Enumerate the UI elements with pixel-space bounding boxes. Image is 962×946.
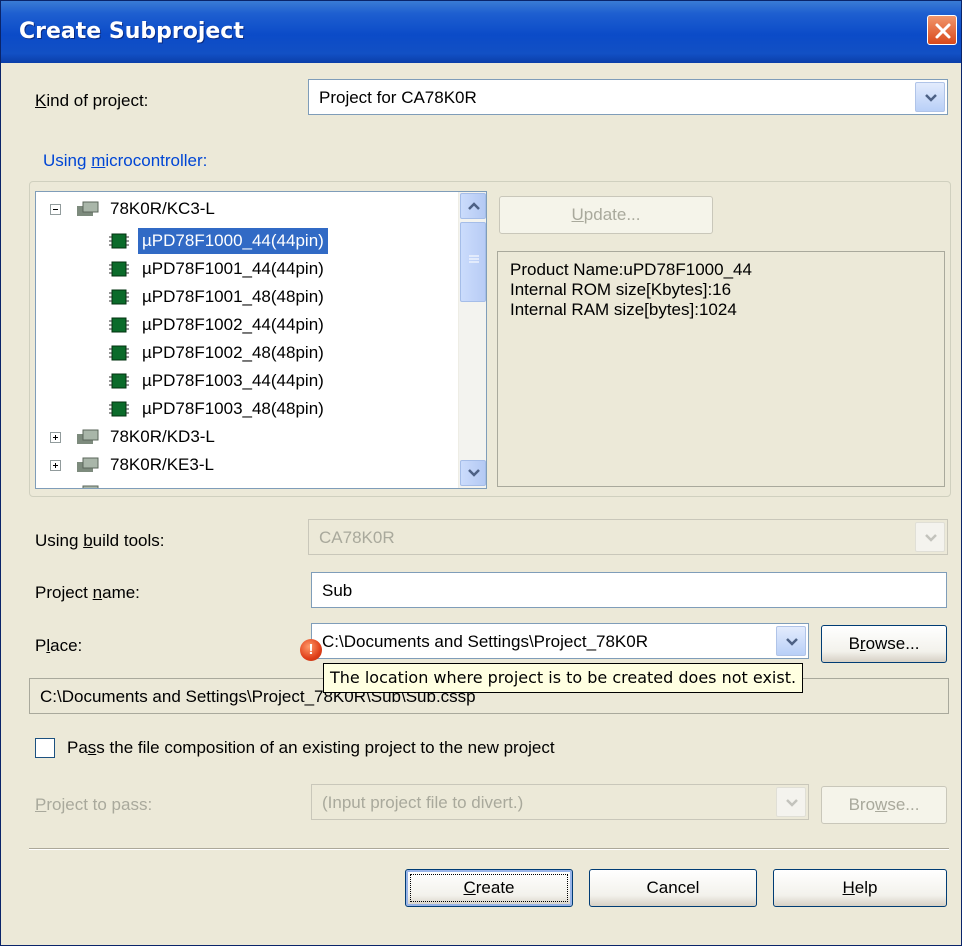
kind-of-project-select[interactable]: Project for CA78K0R [308, 79, 948, 115]
place-select[interactable]: C:\Documents and Settings\Project_78K0R [311, 623, 809, 659]
place-error-tooltip: The location where project is to be crea… [323, 663, 804, 693]
tree-item-row[interactable]: µPD78F1001_48(48pin) [36, 282, 456, 312]
title-bar[interactable]: Create Subproject [1, 1, 961, 63]
chevron-down-icon [925, 94, 937, 102]
build-tools-select[interactable]: CA78K0R [308, 519, 948, 555]
chip-group-icon [77, 201, 99, 216]
project-name-label: Project name: [35, 583, 140, 602]
tree-scrollbar[interactable] [458, 192, 486, 488]
chip-icon [109, 261, 129, 277]
tree-item-label: µPD78F1003_44(44pin) [142, 371, 324, 390]
build-tools-value: CA78K0R [319, 528, 395, 547]
chip-icon [109, 401, 129, 417]
kind-of-project-value: Project for CA78K0R [319, 88, 477, 107]
expand-icon[interactable] [50, 432, 61, 443]
tree-item-label: µPD78F1002_44(44pin) [142, 315, 324, 334]
chip-icon [109, 317, 129, 333]
error-icon: ! [300, 639, 322, 661]
kind-of-project-dropdown-button[interactable] [915, 82, 945, 112]
tree-item-label: µPD78F1001_44(44pin) [142, 259, 324, 278]
tree-item-row[interactable]: µPD78F1000_44(44pin) [36, 226, 456, 256]
chip-group-icon [77, 429, 99, 444]
build-tools-label: Using build tools: [35, 531, 165, 550]
product-name-text: Product Name:uPD78F1000_44 [510, 260, 752, 279]
dialog-title: Create Subproject [19, 19, 244, 44]
tree-group-label: 78K0R/KE3-L [110, 455, 214, 474]
using-microcontroller-label: Using microcontroller: [43, 151, 208, 170]
pass-composition-label[interactable]: Pass the file composition of an existing… [67, 738, 555, 758]
tree-item-label: µPD78F1000_44(44pin) [138, 228, 328, 254]
tree-item-label: µPD78F1003_48(48pin) [142, 399, 324, 418]
scroll-up-button[interactable] [460, 193, 486, 219]
tree-item-row[interactable]: µPD78F1003_44(44pin) [36, 366, 456, 396]
tree-group-row[interactable]: 78K0R/KD3-L [36, 422, 456, 452]
cancel-button[interactable]: Cancel [589, 869, 757, 907]
place-browse-button[interactable]: Browse... [821, 625, 947, 663]
project-to-pass-label: Project to pass: [35, 795, 153, 814]
tree-group-label: 78K0R/KC3-L [110, 199, 215, 218]
chevron-down-icon [786, 799, 798, 807]
place-dropdown-button[interactable] [776, 626, 806, 656]
update-button[interactable]: Update... [499, 196, 713, 234]
place-value: C:\Documents and Settings\Project_78K0R [322, 632, 649, 651]
chevron-down-icon [925, 534, 937, 542]
create-button[interactable]: Create [405, 869, 573, 907]
chip-group-icon [82, 485, 99, 488]
tree-item-label: µPD78F1001_48(48pin) [142, 287, 324, 306]
chip-icon [109, 345, 129, 361]
collapse-icon[interactable] [50, 204, 61, 215]
project-name-input[interactable]: Sub [311, 572, 947, 608]
build-tools-dropdown-button[interactable] [915, 522, 945, 552]
kind-of-project-label: Kind of project: [35, 91, 149, 110]
project-to-pass-select[interactable]: (Input project file to divert.) [311, 784, 809, 820]
help-button[interactable]: Help [773, 869, 947, 907]
project-to-pass-browse-button[interactable]: Browse... [821, 786, 947, 824]
tree-item-row[interactable]: µPD78F1002_44(44pin) [36, 310, 456, 340]
product-info-box: Product Name:uPD78F1000_44 Internal ROM … [497, 251, 945, 487]
grip-icon [469, 255, 479, 263]
project-name-value: Sub [322, 581, 353, 600]
create-subproject-dialog: Create Subproject Kind of project: Proje… [0, 0, 962, 946]
tree-group-row[interactable]: 78K0R/KC3-L [36, 194, 456, 224]
tree-item-row[interactable]: µPD78F1003_48(48pin) [36, 394, 456, 424]
tree-item-row[interactable]: µPD78F1001_44(44pin) [36, 254, 456, 284]
separator-line [29, 848, 949, 850]
chevron-down-icon [468, 469, 480, 477]
close-icon [935, 23, 951, 39]
expand-icon[interactable] [50, 488, 61, 489]
scroll-down-button[interactable] [460, 460, 486, 486]
tree-group-row-partial[interactable] [36, 478, 456, 489]
chip-icon [109, 233, 129, 249]
focus-ring [410, 874, 568, 902]
microcontroller-tree[interactable]: 78K0R/KC3-L µPD78F1000_44(44pin) µPD78F1… [35, 191, 487, 489]
chevron-up-icon [468, 202, 480, 210]
tree-group-label: 78K0R/KD3-L [110, 427, 215, 446]
chip-icon [109, 289, 129, 305]
pass-composition-checkbox[interactable] [35, 738, 55, 758]
ram-size-text: Internal RAM size[bytes]:1024 [510, 300, 737, 319]
tree-item-label: µPD78F1002_48(48pin) [142, 343, 324, 362]
expand-icon[interactable] [50, 460, 61, 471]
place-label: Place: [35, 636, 83, 655]
rom-size-text: Internal ROM size[Kbytes]:16 [510, 280, 732, 299]
project-to-pass-placeholder: (Input project file to divert.) [322, 793, 524, 812]
chip-icon [109, 373, 129, 389]
project-to-pass-dropdown-button[interactable] [776, 787, 806, 817]
chevron-down-icon [786, 638, 798, 646]
chip-group-icon [77, 457, 99, 472]
close-button[interactable] [927, 15, 957, 45]
scroll-thumb[interactable] [460, 222, 486, 302]
tree-group-row[interactable]: 78K0R/KE3-L [36, 450, 456, 480]
tree-item-row[interactable]: µPD78F1002_48(48pin) [36, 338, 456, 368]
